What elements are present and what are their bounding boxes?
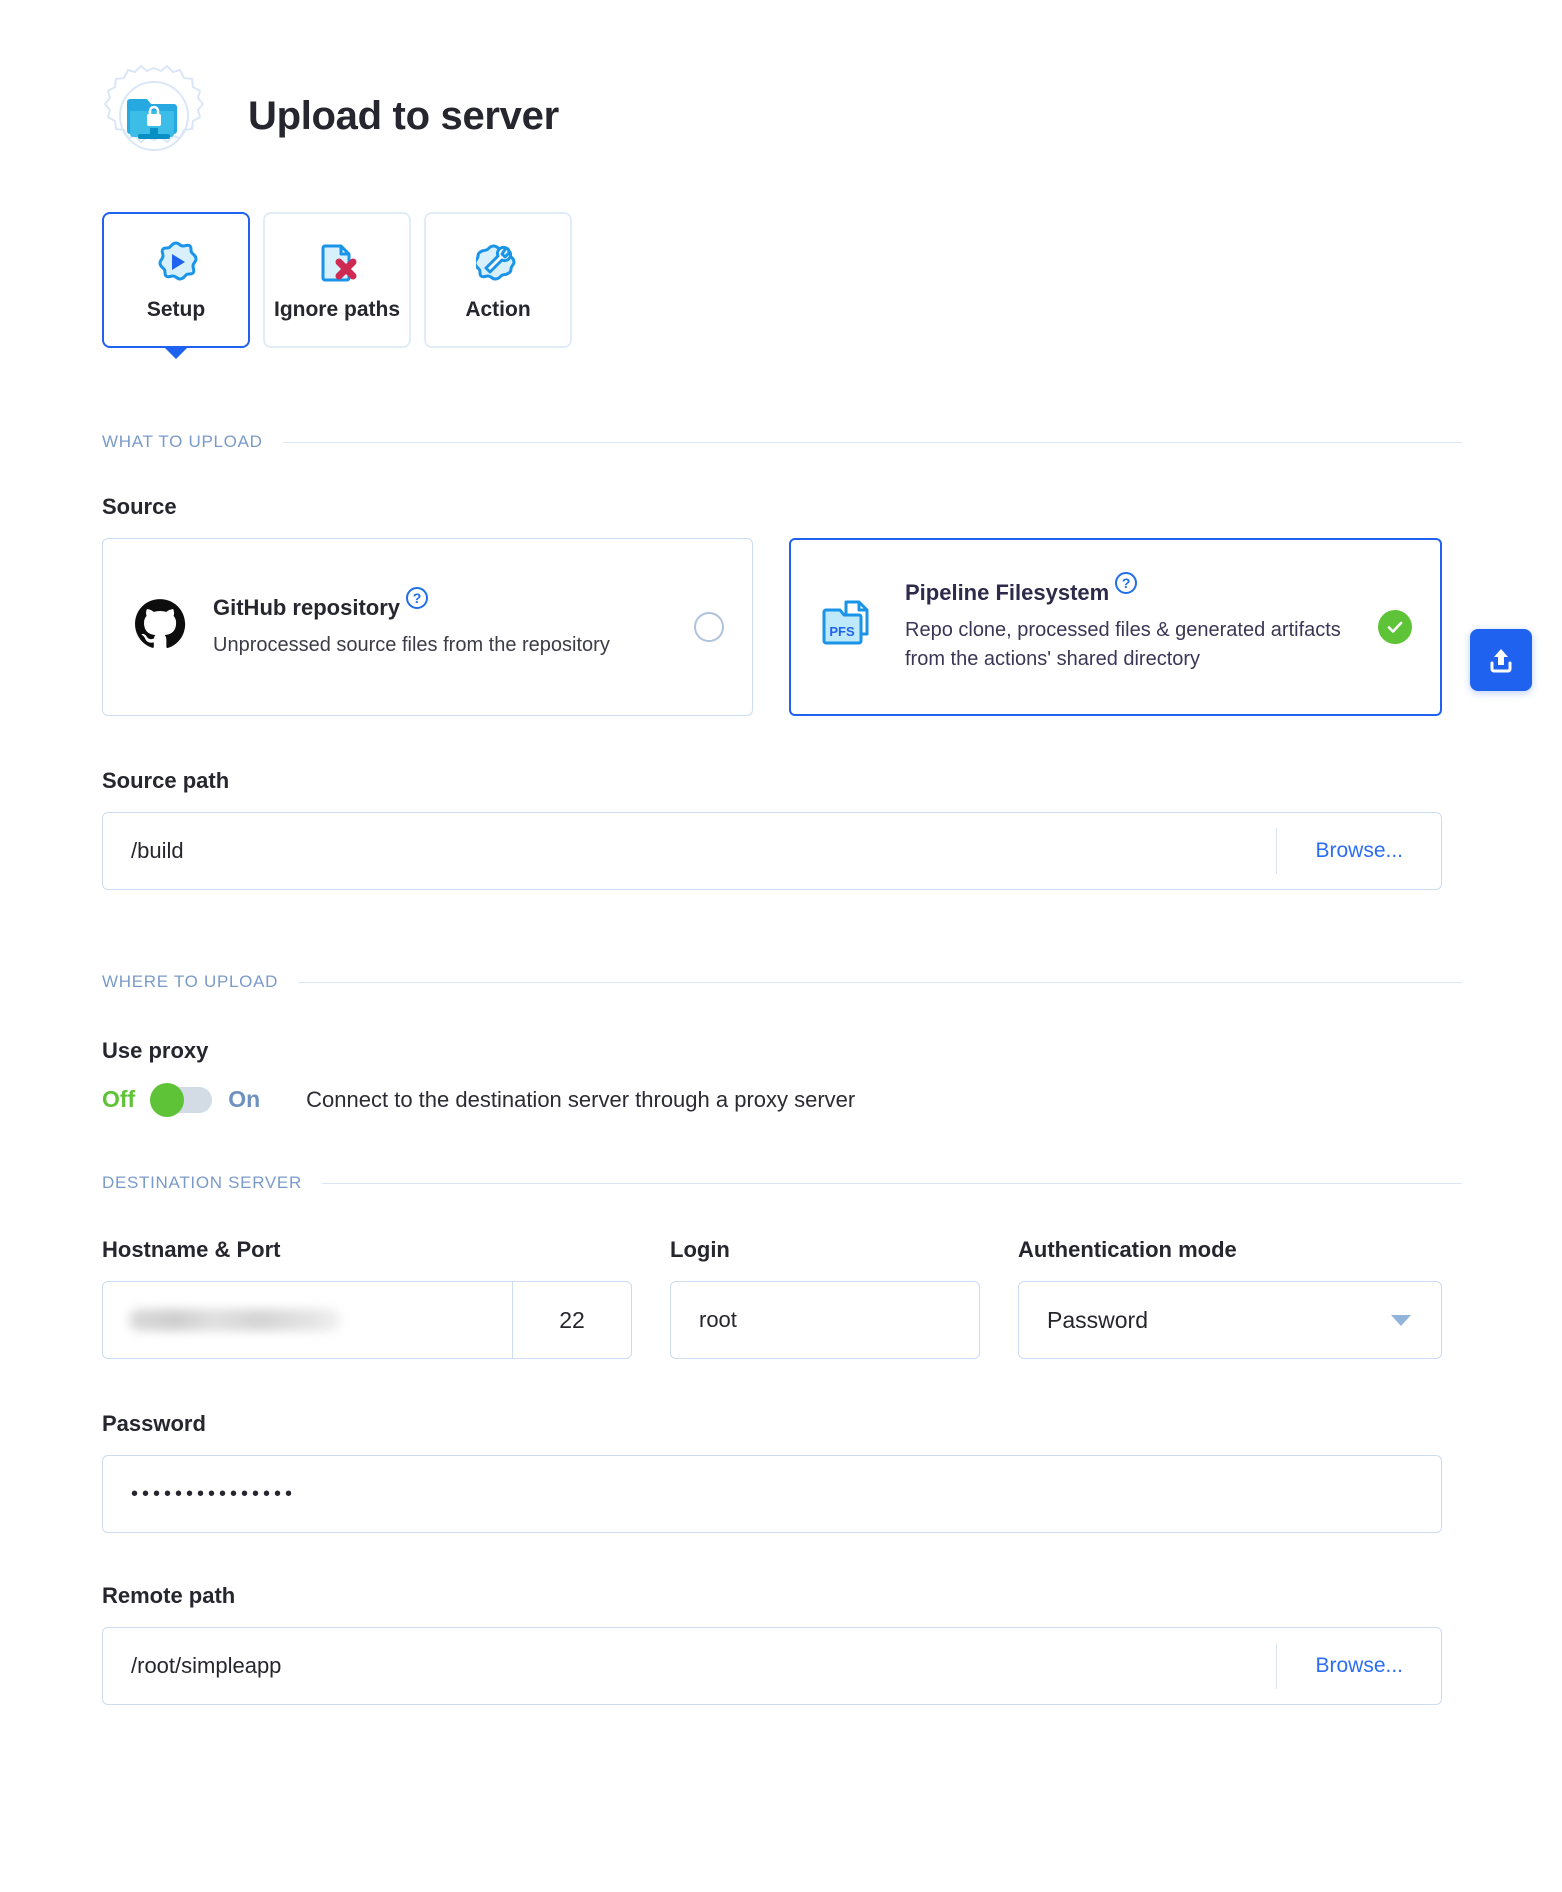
authentication-mode-label: Authentication mode [1018,1237,1237,1262]
password-row: ••••••••••••••• [102,1455,1442,1533]
login-value: root [699,1307,737,1332]
chevron-down-icon[interactable] [1391,1314,1411,1326]
section-where-to-upload: WHERE TO UPLOAD [102,964,1462,992]
remote-path-row: /root/simpleapp Browse... [102,1627,1442,1705]
github-option-description: Unprocessed source files from the reposi… [213,633,610,656]
page-header: Upload to server [0,0,1562,170]
upload-to-server-panel: Upload to server Setup Ignore paths Acti… [0,0,1562,1892]
file-remove-icon [315,238,359,286]
github-octocat-icon [133,598,187,657]
pfs-option-title: Pipeline Filesystem [905,580,1110,605]
remote-path-value: /root/simpleapp [131,1653,282,1678]
section-divider [321,1182,1462,1184]
pfs-folder-icon: PFS [821,598,879,657]
port-value[interactable]: 22 [513,1307,631,1334]
remote-path-browse-button[interactable]: Browse... [1277,1654,1441,1678]
authentication-mode-select[interactable]: Password [1018,1281,1442,1359]
source-options: GitHub repository ? Unprocessed source f… [102,538,1442,716]
section-destination-server-label: DESTINATION SERVER [102,1173,302,1192]
login-label: Login [670,1237,730,1262]
help-icon[interactable]: ? [1115,572,1138,594]
login-field: Login root [670,1237,980,1359]
password-input[interactable]: ••••••••••••••• [102,1455,1442,1533]
help-icon[interactable]: ? [406,586,429,609]
tab-setup-label: Setup [146,298,206,321]
section-where-to-upload-label: WHERE TO UPLOAD [102,972,279,991]
upload-button[interactable] [1470,629,1532,691]
hostname-port-label: Hostname & Port [102,1237,281,1262]
remote-path-label: Remote path [102,1583,236,1608]
use-proxy-toggle[interactable] [150,1082,213,1117]
pfs-option-selected-check-icon[interactable] [1378,610,1412,644]
setup-play-gear-icon [154,238,198,286]
authentication-mode-field: Authentication mode Password [1018,1237,1442,1359]
tab-setup[interactable]: Setup [102,212,250,348]
toggle-off-label: Off [102,1086,136,1112]
hostname-value-redacted[interactable] [129,1309,341,1331]
hostname-port-input[interactable]: 22 [102,1281,632,1359]
use-proxy-description: Connect to the destination server throug… [306,1086,856,1112]
toggle-knob [150,1082,185,1117]
pfs-option-title-row: Pipeline Filesystem ? [905,572,1352,606]
section-what-to-upload-label: WHAT TO UPLOAD [102,432,263,451]
section-divider [298,981,1462,983]
source-option-github[interactable]: GitHub repository ? Unprocessed source f… [102,538,753,716]
source-option-pipeline-filesystem[interactable]: PFS Pipeline Filesystem ? Repo clone, pr… [789,538,1442,716]
tab-ignore-paths[interactable]: Ignore paths [263,212,411,348]
authentication-mode-value: Password [1047,1306,1148,1333]
use-proxy-label: Use proxy [102,1038,209,1063]
section-destination-server: DESTINATION SERVER [102,1165,1462,1193]
github-option-title: GitHub repository [213,594,401,620]
source-path-value: /build [131,838,184,863]
source-label: Source [102,494,177,519]
tab-action-label: Action [465,298,531,321]
section-what-to-upload: WHAT TO UPLOAD [102,424,1462,452]
hostname-port-field: Hostname & Port 22 [102,1237,632,1359]
tab-action[interactable]: Action [424,212,572,348]
github-option-text: GitHub repository ? Unprocessed source f… [213,586,668,660]
toggle-on-label: On [228,1086,261,1112]
source-path-row: /build Browse... [102,812,1442,890]
github-option-radio[interactable] [694,612,724,642]
section-divider [282,441,1462,443]
password-value: ••••••••••••••• [131,1482,297,1505]
password-label: Password [102,1411,206,1436]
tab-ignore-paths-label: Ignore paths [273,298,400,321]
tab-bar: Setup Ignore paths Action [0,170,1562,348]
source-path-browse-button[interactable]: Browse... [1277,839,1441,863]
upload-to-server-gear-icon [100,62,208,170]
svg-text:PFS: PFS [829,624,855,639]
source-path-label: Source path [102,768,230,793]
use-proxy-toggle-row: Off On Connect to the destination server… [102,1082,1562,1117]
upload-icon [1490,649,1512,673]
pfs-option-text: Pipeline Filesystem ? Repo clone, proces… [905,572,1352,674]
source-path-input[interactable]: /build Browse... [102,812,1442,890]
remote-path-input[interactable]: /root/simpleapp Browse... [102,1627,1442,1705]
destination-fields-row: Hostname & Port 22 Login root Authentica… [102,1237,1442,1359]
page-title: Upload to server [248,93,559,138]
github-option-title-row: GitHub repository ? [213,586,668,621]
action-gear-wrench-icon [476,238,520,286]
pfs-option-description: Repo clone, processed files & generated … [905,619,1341,670]
login-input[interactable]: root [670,1281,980,1359]
